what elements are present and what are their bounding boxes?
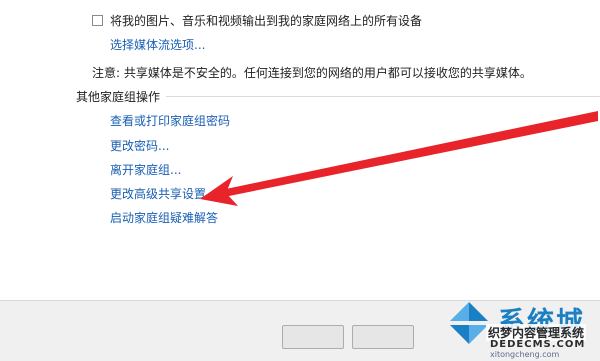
media-output-checkbox-label[interactable]: 将我的图片、音乐和视频输出到我的家庭网络上的所有设备: [110, 12, 422, 29]
media-streaming-options-link[interactable]: 选择媒体流选项...: [110, 36, 205, 53]
site-watermark: 系统城 织梦内容管理系统 DEDECMS.COM xitongcheng.com: [438, 298, 600, 360]
watermark-url: xitongcheng.com: [490, 350, 560, 359]
section-divider: [166, 96, 600, 97]
other-homegroup-actions-section: 其他家庭组操作: [76, 88, 600, 105]
section-header: 其他家庭组操作: [76, 88, 600, 105]
watermark-domain: DEDECMS.COM: [490, 339, 586, 350]
section-title: 其他家庭组操作: [76, 90, 161, 104]
homegroup-settings-panel: 将我的图片、音乐和视频输出到我的家庭网络上的所有设备 选择媒体流选项... 注意…: [0, 0, 600, 300]
homegroup-troubleshooter-link[interactable]: 启动家庭组疑难解答: [110, 209, 218, 226]
leave-homegroup-link[interactable]: 离开家庭组...: [110, 161, 181, 178]
cancel-button[interactable]: [352, 325, 414, 349]
security-note: 注意: 共享媒体是不安全的。任何连接到您的网络的用户都可以接收您的共享媒体。: [92, 66, 532, 80]
media-output-checkbox[interactable]: [92, 15, 103, 26]
save-changes-button[interactable]: [282, 325, 344, 349]
view-print-password-link[interactable]: 查看或打印家庭组密码: [110, 112, 230, 129]
change-password-link[interactable]: 更改密码...: [110, 137, 169, 154]
advanced-sharing-settings-link[interactable]: 更改高级共享设置...: [110, 185, 217, 202]
media-output-option[interactable]: 将我的图片、音乐和视频输出到我的家庭网络上的所有设备: [92, 12, 422, 29]
